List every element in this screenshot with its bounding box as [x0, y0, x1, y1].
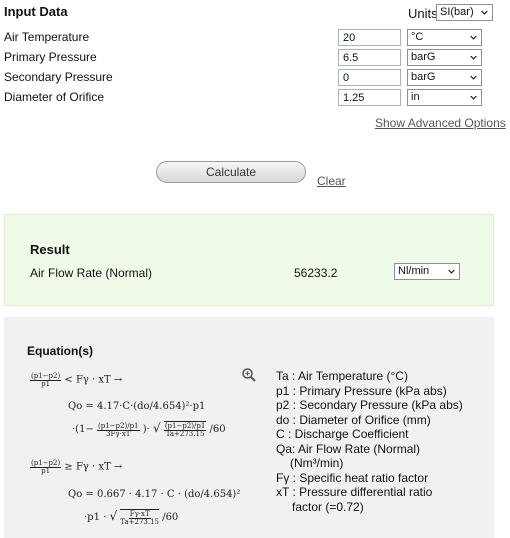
secondary-pressure-unit-select[interactable]: barG	[407, 69, 482, 86]
legend-qa-unit: (Nm³/min)	[290, 456, 344, 470]
legend-fy: Fγ : Specific heat ratio factor	[276, 470, 429, 485]
air-flow-rate-label: Air Flow Rate (Normal)	[30, 266, 153, 280]
legend-do: do : Diameter of Orifice (mm)	[276, 412, 431, 427]
calculate-button[interactable]: Calculate	[156, 161, 306, 183]
zoom-in-icon[interactable]	[241, 367, 257, 383]
chevron-down-icon	[481, 10, 488, 15]
equations-title: Equation(s)	[27, 344, 93, 358]
chevron-down-icon	[470, 95, 477, 100]
eq1-inner-fraction: (p1−p2)/p1 3Fγ·xT	[97, 421, 140, 438]
flow-equation-1-line-1: Qo = 4.17·C·(do/4.654)²·p1	[68, 401, 206, 412]
eq1-term-a: ·(1−	[72, 424, 94, 435]
sqrt-symbol-2: √	[109, 509, 118, 523]
eq2-term-c: /60	[162, 512, 179, 523]
condition-1: (p1−p2) p1 < Fγ · xT →	[30, 372, 122, 388]
eq2-term-a: ·p1 ·	[84, 512, 107, 523]
air-temperature-unit-select[interactable]: °C	[407, 29, 482, 46]
equations-panel: Equation(s) (p1−p2) p1 < Fγ · xT → Qo = 4…	[4, 317, 494, 538]
air-temperature-unit-value: °C	[411, 31, 424, 43]
secondary-pressure-unit-value: barG	[411, 71, 436, 83]
legend-qa: Qa: Air Flow Rate (Normal)	[276, 441, 421, 456]
air-flow-rate-value: 56233.2	[294, 266, 338, 280]
secondary-pressure-label: Secondary Pressure	[4, 70, 113, 84]
chevron-down-icon	[470, 35, 477, 40]
orifice-diameter-input[interactable]: 1.25	[338, 89, 401, 106]
primary-pressure-input[interactable]: 6.5	[338, 49, 401, 66]
orifice-diameter-label: Diameter of Orifice	[4, 90, 105, 104]
input-section-title: Input Data	[4, 4, 68, 19]
legend-xt: xT : Pressure differential ratio	[276, 485, 433, 499]
result-unit-value: Nl/min	[398, 265, 430, 277]
primary-pressure-label: Primary Pressure	[4, 50, 97, 64]
flow-equation-1-line-2: ·(1− (p1−p2)/p1 3Fγ·xT )· √ (p1−p2)/p1 Ta+…	[72, 421, 226, 438]
result-title: Result	[30, 242, 70, 257]
flow-equation-2-line-1: Qo = 0.667 · 4.17 · C · (do/4.654)²	[68, 489, 241, 500]
legend-ta: Ta : Air Temperature (°C)	[276, 369, 408, 383]
primary-pressure-unit-select[interactable]: barG	[407, 49, 482, 66]
result-panel: Result Air Flow Rate (Normal) 56233.2 Nl…	[4, 214, 494, 306]
chevron-down-icon	[470, 55, 477, 60]
condition-2: (p1−p2) p1 ≥ Fγ · xT →	[30, 459, 122, 475]
legend-p1: p1 : Primary Pressure (kPa abs)	[276, 383, 447, 398]
secondary-pressure-input[interactable]: 0	[338, 69, 401, 86]
show-advanced-options-link[interactable]: Show Advanced Options	[375, 116, 506, 130]
air-temperature-input[interactable]: 20	[338, 29, 401, 46]
pressure-ratio-fraction: (p1−p2) p1	[30, 372, 62, 388]
units-label: Units	[408, 6, 438, 21]
eq2-sqrt-fraction: Fγ·xT Ta+273.15	[120, 509, 160, 526]
primary-pressure-unit-value: barG	[411, 51, 436, 63]
units-select-value: SI(bar)	[440, 6, 474, 18]
air-temperature-label: Air Temperature	[4, 30, 90, 44]
legend-c: C : Discharge Coefficient	[276, 427, 409, 441]
orifice-diameter-unit-value: in	[411, 91, 420, 103]
condition-2-relation: ≥ Fγ · xT →	[64, 461, 123, 473]
eq1-term-b: )·	[142, 424, 150, 435]
chevron-down-icon	[470, 75, 477, 80]
sqrt-symbol: √	[152, 421, 161, 435]
pressure-ratio-fraction-2: (p1−p2) p1	[30, 459, 62, 475]
eq1-term-c: /60	[209, 424, 226, 435]
variable-legend: Ta : Air Temperature (°C) p1 : Primary P…	[276, 369, 491, 514]
result-unit-select[interactable]: Nl/min	[394, 263, 460, 280]
legend-p2: p2 : Secondary Pressure (kPa abs)	[276, 398, 463, 412]
legend-xt-value: factor (=0.72)	[292, 499, 364, 514]
flow-equation-2-line-2: ·p1 · √ Fγ·xT Ta+273.15 /60	[84, 509, 178, 526]
units-select[interactable]: SI(bar)	[436, 4, 493, 21]
clear-link[interactable]: Clear	[317, 174, 346, 188]
chevron-down-icon	[448, 269, 455, 274]
condition-1-relation: < Fγ · xT →	[64, 374, 123, 386]
orifice-diameter-unit-select[interactable]: in	[407, 89, 482, 106]
eq1-sqrt-fraction: (p1−p2)/p1 Ta+273.15	[163, 421, 207, 438]
